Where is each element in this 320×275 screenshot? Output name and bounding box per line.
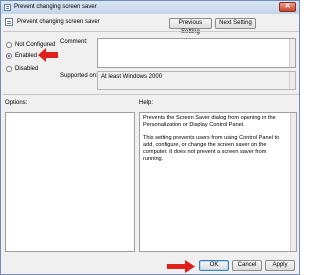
help-label: Help:	[139, 100, 154, 106]
divider	[3, 94, 299, 95]
radio-button[interactable]	[6, 65, 12, 72]
right-pointing-arrow-icon	[167, 260, 195, 273]
help-text: Prevents the Screen Saver dialog from op…	[143, 115, 287, 169]
radio-disabled[interactable]: Disabled	[6, 64, 38, 73]
help-panel: Prevents the Screen Saver dialog from op…	[139, 112, 297, 252]
supported-scrollbar[interactable]	[289, 72, 295, 89]
options-panel	[5, 112, 135, 252]
radio-enabled[interactable]: Enabled	[6, 51, 37, 60]
window-title: Prevent changing screen saver	[14, 4, 97, 10]
policy-dialog-window: Prevent changing screen saver ✕ Prevent …	[0, 0, 300, 275]
help-scrollbar[interactable]	[290, 113, 296, 251]
previous-setting-button[interactable]: Previous Setting	[169, 18, 212, 35]
supported-on-label: Supported on:	[60, 73, 98, 79]
policy-setting-icon	[4, 4, 11, 11]
supported-on-value: At least Windows 2000	[101, 74, 163, 80]
help-paragraph: Prevents the Screen Saver dialog from op…	[143, 115, 276, 128]
comment-label: Comment:	[60, 39, 88, 45]
divider	[3, 31, 299, 32]
radio-button-selected[interactable]	[6, 52, 12, 59]
comment-textarea[interactable]	[97, 38, 296, 68]
cancel-button[interactable]: Cancel	[232, 260, 262, 271]
setting-icon	[5, 18, 13, 26]
close-icon: ✕	[284, 3, 291, 10]
ok-button[interactable]: OK	[199, 260, 229, 271]
radio-label-not-configured: Not Configured	[15, 41, 56, 48]
help-paragraph: This setting prevents users from using C…	[143, 135, 280, 162]
next-setting-button[interactable]: Next Setting	[215, 18, 256, 29]
radio-label-enabled: Enabled	[15, 52, 38, 59]
comment-scrollbar[interactable]	[289, 39, 295, 67]
options-label: Options:	[5, 100, 28, 106]
supported-on-field: At least Windows 2000	[97, 71, 296, 90]
setting-name: Prevent changing screen saver	[17, 19, 100, 25]
radio-button[interactable]	[6, 41, 12, 48]
close-button[interactable]: ✕	[279, 2, 296, 12]
apply-button[interactable]: Apply	[265, 260, 295, 271]
left-pointing-arrow-icon	[38, 48, 58, 62]
title-bar[interactable]: Prevent changing screen saver ✕	[1, 1, 299, 14]
radio-label-disabled: Disabled	[15, 65, 39, 72]
